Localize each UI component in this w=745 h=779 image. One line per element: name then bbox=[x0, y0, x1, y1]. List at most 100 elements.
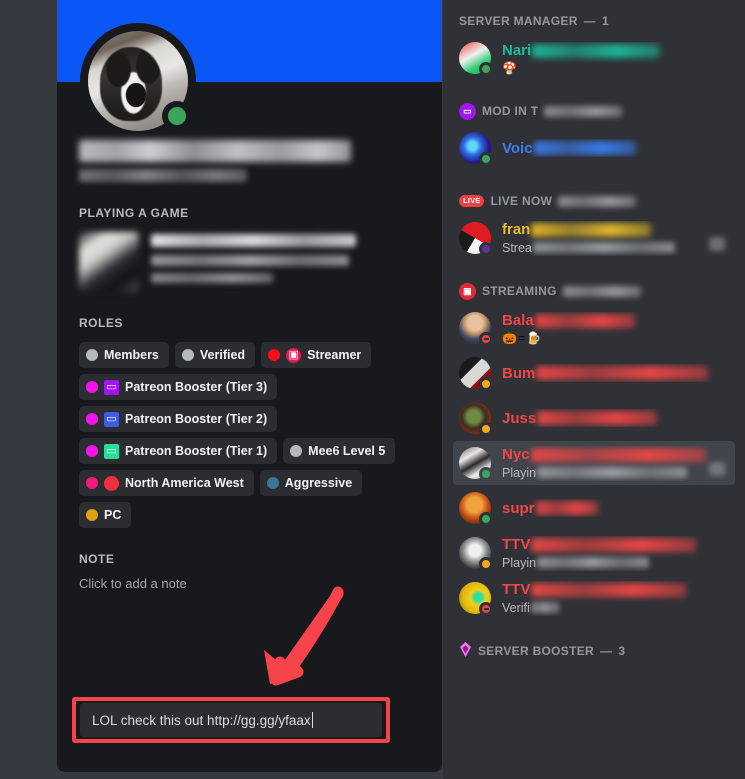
member-name-redacted bbox=[532, 43, 661, 58]
member-info: Nari 🍄 bbox=[502, 42, 729, 75]
orange-fighter-avatar[interactable] bbox=[459, 492, 493, 526]
blue-energy-avatar[interactable] bbox=[459, 132, 493, 166]
role-label: PC bbox=[104, 508, 122, 522]
member-status-text: Strea bbox=[502, 240, 532, 255]
note-placeholder-text[interactable]: Click to add a note bbox=[79, 576, 420, 591]
member-info: Juss bbox=[502, 409, 729, 427]
status-indicator-idle bbox=[479, 557, 493, 571]
status-indicator-online bbox=[479, 467, 493, 481]
role-pill[interactable]: ▭ Patreon Booster (Tier 2) bbox=[79, 406, 278, 432]
member-group-label: SERVER BOOSTER bbox=[478, 644, 595, 658]
member-name: Voic bbox=[502, 139, 533, 157]
avatar[interactable] bbox=[80, 23, 196, 139]
member-trailing-icon-redacted bbox=[709, 237, 725, 251]
member-list-item[interactable]: Juss bbox=[453, 396, 735, 440]
status-indicator-idle bbox=[479, 377, 493, 391]
grayscale-portrait-avatar[interactable] bbox=[459, 537, 493, 571]
member-name-redacted bbox=[531, 582, 687, 597]
role-color-dot bbox=[86, 509, 98, 521]
live-badge-icon: LIVE bbox=[459, 195, 485, 207]
member-name: Nari bbox=[502, 42, 532, 59]
game-controller-icon: ▭ bbox=[459, 102, 476, 120]
yellow-character-avatar[interactable] bbox=[459, 582, 493, 616]
member-info: Voic bbox=[502, 139, 729, 157]
role-color-dot bbox=[268, 349, 281, 361]
member-group-label: MOD IN T bbox=[482, 104, 539, 118]
member-list-item[interactable]: supr bbox=[453, 486, 735, 530]
activity-block bbox=[79, 232, 420, 292]
member-list-sidebar[interactable]: SERVER MANAGER —1 Nari 🍄 ▭ MOD IN T Voic LIVE LI… bbox=[443, 0, 745, 779]
member-group-count: 1 bbox=[601, 14, 609, 28]
status-indicator-streaming bbox=[479, 242, 493, 256]
soldier-avatar[interactable] bbox=[459, 402, 493, 436]
role-color-dot bbox=[181, 349, 194, 361]
role-label: Patreon Booster (Tier 1) bbox=[125, 444, 268, 458]
member-status-redacted bbox=[537, 467, 688, 478]
member-name: Nyc bbox=[502, 446, 530, 463]
member-group-header-live-now: LIVE LIVE NOW bbox=[453, 192, 735, 210]
member-list-item[interactable]: Nari 🍄 bbox=[453, 36, 735, 80]
role-pill[interactable]: ▭ Patreon Booster (Tier 3) bbox=[79, 374, 278, 400]
member-custom-status-emoji: 🍄 bbox=[502, 60, 518, 75]
status-indicator-dnd bbox=[479, 332, 493, 346]
member-info: Nyc Playin bbox=[502, 446, 729, 481]
controller-icon: ▭ bbox=[104, 443, 119, 459]
roles-list: Members Verified ▣ Streamer ▭ Patreon Booster… bbox=[79, 342, 413, 528]
member-info: supr bbox=[502, 499, 729, 517]
member-list-item[interactable]: Bum bbox=[453, 351, 735, 395]
member-list-item[interactable]: Bala 🎃=🍺 bbox=[453, 306, 735, 350]
role-pill[interactable]: ▭ Patreon Booster (Tier 1) bbox=[79, 438, 278, 464]
activity-detail-redacted bbox=[151, 255, 349, 266]
role-pill[interactable]: Aggressive bbox=[259, 470, 363, 496]
camera-icon: ▣ bbox=[459, 282, 476, 300]
role-pill[interactable]: Members bbox=[79, 342, 169, 368]
member-list-item[interactable]: fran Strea bbox=[453, 216, 735, 260]
member-status-redacted bbox=[532, 242, 675, 253]
wolf-logo-avatar[interactable] bbox=[459, 357, 493, 391]
roles-heading: ROLES bbox=[79, 316, 123, 330]
role-pill[interactable]: North America West bbox=[79, 470, 254, 496]
member-info: Bala 🎃=🍺 bbox=[502, 312, 729, 345]
role-label: Mee6 Level 5 bbox=[308, 444, 386, 458]
controller-icon: ▭ bbox=[104, 379, 119, 395]
member-list-item[interactable]: Nyc Playin bbox=[453, 441, 735, 485]
user-tag-redacted bbox=[79, 169, 247, 182]
role-color-dot bbox=[266, 477, 279, 489]
role-label: North America West bbox=[125, 476, 244, 490]
pokeball-avatar[interactable] bbox=[459, 222, 493, 256]
member-name-redacted bbox=[531, 222, 652, 237]
member-name: supr bbox=[502, 499, 535, 517]
member-list-item[interactable]: TTV Verifi bbox=[453, 576, 735, 620]
playing-a-game-heading: PLAYING A GAME bbox=[79, 206, 189, 220]
controller-icon: ▭ bbox=[104, 411, 119, 427]
member-status-redacted bbox=[537, 557, 650, 568]
member-name: fran bbox=[502, 221, 531, 238]
member-name-redacted bbox=[535, 501, 598, 515]
status-indicator-idle bbox=[479, 422, 493, 436]
member-list-item[interactable]: Voic bbox=[453, 126, 735, 170]
member-name: Bala bbox=[502, 312, 534, 329]
role-label: Members bbox=[104, 348, 159, 362]
mushroom-avatar[interactable] bbox=[459, 42, 493, 76]
member-group-separator: — bbox=[583, 14, 596, 28]
bald-man-avatar[interactable] bbox=[459, 312, 493, 346]
husky-avatar[interactable] bbox=[459, 447, 493, 481]
member-status-redacted bbox=[530, 602, 559, 613]
role-pill[interactable]: Mee6 Level 5 bbox=[283, 438, 396, 464]
member-custom-status-emoji: 🎃=🍺 bbox=[502, 330, 542, 345]
member-list-item[interactable]: TTV Playin bbox=[453, 531, 735, 575]
member-trailing-icon-redacted bbox=[709, 462, 725, 476]
role-label: Streamer bbox=[307, 348, 362, 362]
role-label: Aggressive bbox=[284, 476, 353, 490]
member-group-header-server-manager: SERVER MANAGER — 1 bbox=[453, 12, 735, 30]
role-pill[interactable]: Verified bbox=[174, 342, 256, 368]
role-pill[interactable]: ▣ Streamer bbox=[261, 342, 372, 368]
status-indicator-online bbox=[479, 512, 493, 526]
role-pill[interactable]: PC bbox=[79, 502, 132, 528]
username-redacted bbox=[79, 140, 351, 162]
role-label: Verified bbox=[199, 348, 246, 362]
camera-icon: ▣ bbox=[286, 347, 302, 363]
note-heading: NOTE bbox=[79, 552, 115, 566]
activity-artwork-redacted bbox=[79, 232, 139, 292]
role-color-dot bbox=[86, 445, 98, 457]
